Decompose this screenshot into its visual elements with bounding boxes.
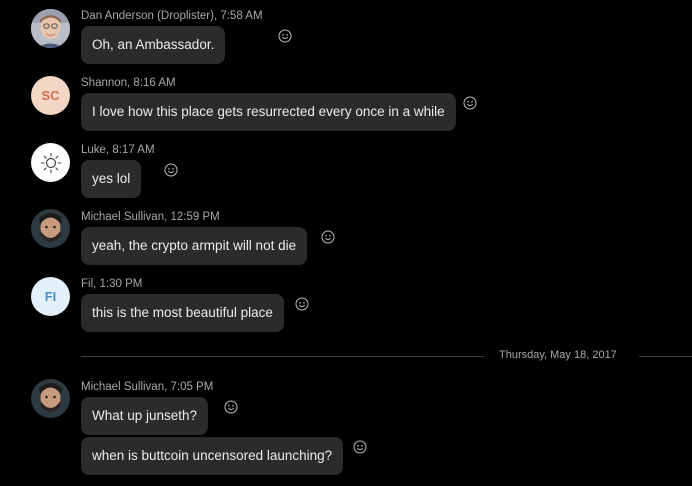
avatar[interactable]: SC (31, 76, 70, 115)
smiley-react-icon[interactable] (463, 96, 477, 110)
person-photo-icon (31, 379, 70, 418)
smiley-react-icon[interactable] (295, 297, 309, 311)
message-meta: Dan Anderson (Droplister), 7:58 AM (81, 10, 263, 22)
date-separator: Thursday, May 18, 2017 (81, 349, 692, 361)
sun-logo-icon (40, 152, 61, 173)
person-photo-icon (31, 9, 70, 48)
message-bubble[interactable]: Oh, an Ambassador. (81, 26, 226, 64)
message-bubble[interactable]: this is the most beautiful place (81, 294, 284, 332)
message-bubble[interactable]: I love how this place gets resurrected e… (81, 93, 456, 131)
smiley-react-icon[interactable] (224, 400, 238, 414)
message-meta: Michael Sullivan, 12:59 PM (81, 211, 220, 223)
message-bubble[interactable]: What up junseth? (81, 397, 209, 435)
avatar[interactable] (31, 143, 70, 182)
date-separator-label: Thursday, May 18, 2017 (499, 349, 617, 361)
smiley-react-icon[interactable] (353, 440, 367, 454)
smiley-react-icon[interactable] (164, 163, 178, 177)
smiley-react-icon[interactable] (278, 29, 292, 43)
message-bubble[interactable]: yes lol (81, 160, 142, 198)
message-bubble[interactable]: when is buttcoin uncensored launching? (81, 437, 344, 475)
divider (639, 356, 692, 357)
message-meta: Luke, 8:17 AM (81, 144, 155, 156)
smiley-react-icon[interactable] (321, 230, 335, 244)
avatar[interactable]: FI (31, 277, 70, 316)
person-photo-icon (31, 209, 70, 248)
message-meta: Michael Sullivan, 7:05 PM (81, 381, 214, 393)
avatar[interactable] (31, 209, 70, 248)
avatar[interactable] (31, 9, 70, 48)
message-meta: Fil, 1:30 PM (81, 278, 143, 290)
message-meta: Shannon, 8:16 AM (81, 77, 176, 89)
divider (81, 356, 484, 357)
message-bubble[interactable]: yeah, the crypto armpit will not die (81, 227, 308, 265)
avatar[interactable] (31, 379, 70, 418)
